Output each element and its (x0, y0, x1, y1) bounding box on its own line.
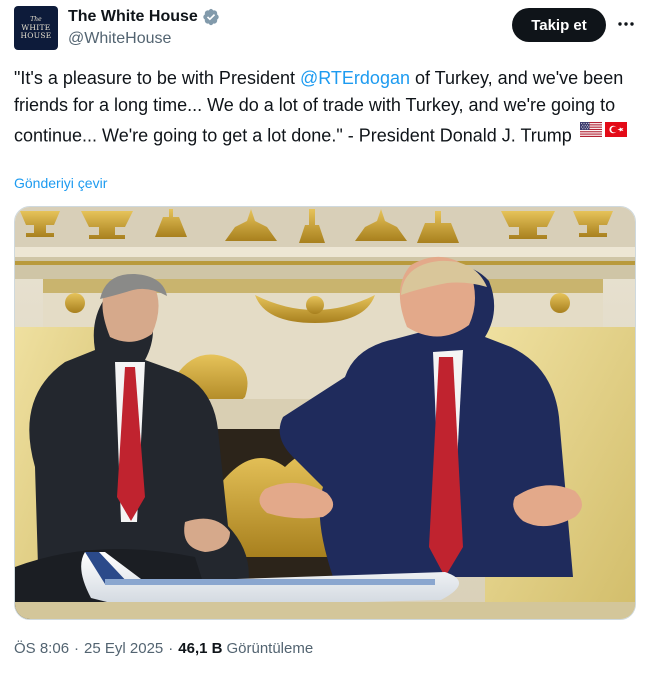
tweet-header: The WHITE HOUSE The White House @WhiteHo… (14, 6, 636, 52)
avatar[interactable]: The WHITE HOUSE (14, 6, 58, 50)
tweet-meta: ÖS 8:06 · 25 Eyl 2025 · 46,1 B Görüntüle… (14, 640, 313, 657)
views-count: 46,1 B (178, 640, 223, 657)
turkey-flag-icon (604, 118, 627, 145)
us-flag-icon (579, 118, 602, 145)
author-name-row[interactable]: The White House (68, 7, 220, 27)
tweet-date[interactable]: 25 Eyl 2025 (84, 640, 163, 657)
more-horizontal-icon[interactable] (614, 12, 638, 36)
meta-separator: · (168, 640, 174, 657)
follow-button[interactable]: Takip et (512, 8, 606, 42)
tweet-time[interactable]: ÖS 8:06 (14, 640, 69, 657)
author-handle[interactable]: @WhiteHouse (68, 30, 220, 48)
avatar-text-line1: The (30, 15, 42, 23)
author-names: The White House @WhiteHouse (68, 7, 220, 48)
verified-badge-icon[interactable] (202, 8, 220, 26)
tweet-text: "It's a pleasure to be with President @R… (14, 65, 636, 149)
meta-separator: · (74, 640, 80, 657)
tweet-photo[interactable] (14, 206, 636, 620)
avatar-text-line3: HOUSE (20, 31, 52, 40)
tweet-text-part1: "It's a pleasure to be with President (14, 68, 300, 88)
mention-link[interactable]: @RTErdogan (300, 68, 410, 88)
avatar-text-line2: WHITE (21, 22, 51, 32)
author-display-name[interactable]: The White House (68, 8, 198, 26)
translate-post-link[interactable]: Gönderiyi çevir (14, 175, 107, 191)
views-label: Görüntüleme (226, 640, 314, 657)
